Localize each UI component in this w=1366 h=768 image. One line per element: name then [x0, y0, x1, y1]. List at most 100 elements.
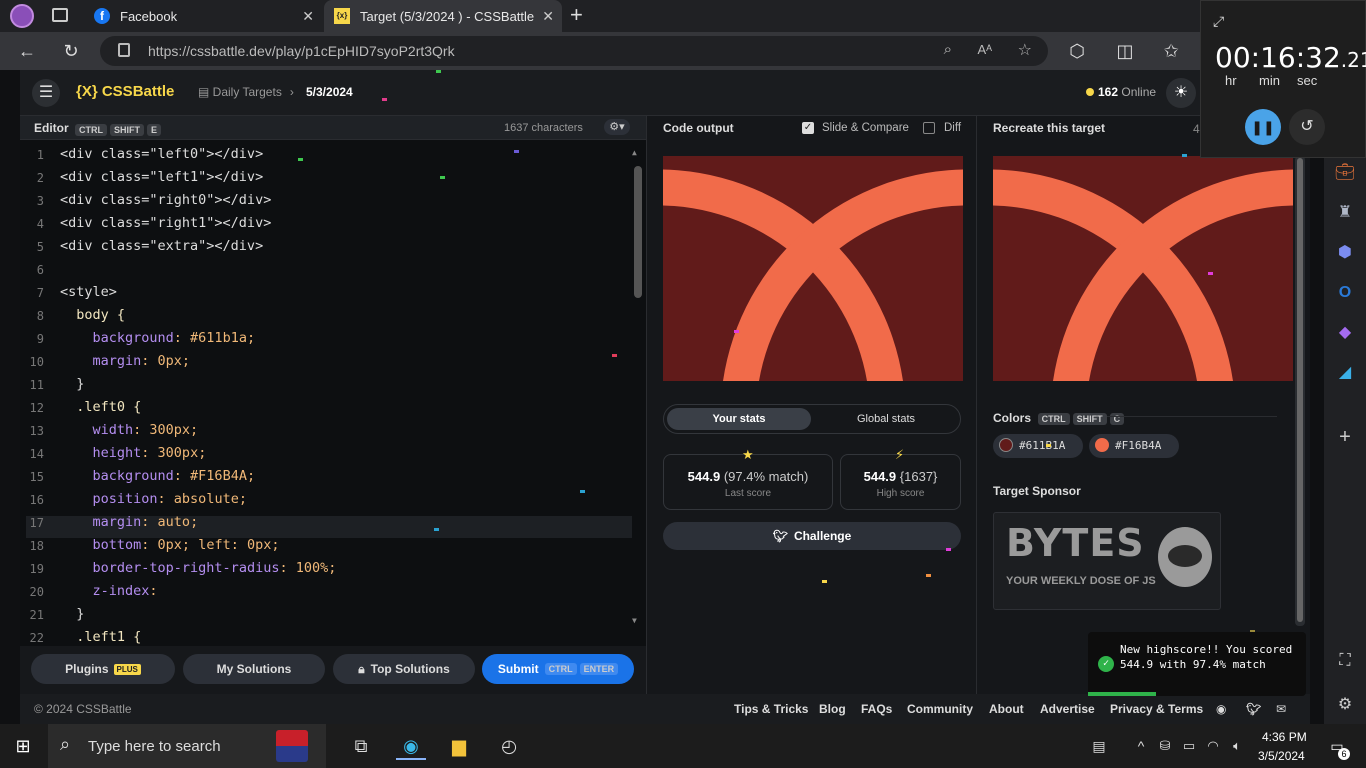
close-icon[interactable]: ✕: [302, 8, 314, 25]
close-icon[interactable]: ✕: [542, 8, 554, 25]
editor-settings-gear-icon[interactable]: ⚙▾: [604, 119, 630, 135]
top-solutions-button[interactable]: 🔒︎ Top Solutions: [333, 654, 475, 684]
profile-avatar[interactable]: [10, 4, 34, 28]
tab-your-stats[interactable]: Your stats: [667, 408, 811, 430]
code-line: }: [60, 606, 85, 622]
task-view-icon[interactable]: ⧉: [346, 732, 376, 760]
star-icon: ★: [742, 447, 754, 462]
lightning-icon: ⚡︎: [895, 447, 905, 462]
add-icon[interactable]: +: [1334, 426, 1356, 448]
footer-link-blog[interactable]: Blog: [819, 702, 846, 716]
taskbar-search-input[interactable]: ⌕ Type here to search: [48, 724, 326, 768]
online-count: 162: [1098, 85, 1119, 99]
breadcrumb-parent[interactable]: Daily Targets: [213, 85, 282, 99]
reload-icon[interactable]: ↻: [60, 40, 82, 62]
code-line: <div class="left0"></div>: [60, 146, 264, 162]
tab-facebook[interactable]: f Facebook ✕: [84, 0, 322, 32]
copilot-icon[interactable]: ⬢: [1334, 242, 1356, 264]
line-number: 14: [29, 447, 44, 461]
games-icon[interactable]: ♜: [1334, 202, 1356, 224]
outlook-icon[interactable]: O: [1334, 282, 1356, 304]
unit-sec: sec: [1297, 73, 1318, 88]
footer-link-faqs[interactable]: FAQs: [861, 702, 892, 716]
line-number: 15: [29, 470, 44, 484]
expand-icon[interactable]: ⤢: [1213, 13, 1224, 30]
code-editor[interactable]: 1 <div class="left0"></div> 2 <div class="l…: [20, 140, 646, 710]
reset-button[interactable]: ↺: [1289, 109, 1325, 145]
target-preview[interactable]: [993, 156, 1293, 381]
theme-toggle-sun-icon[interactable]: ☀: [1166, 78, 1196, 108]
screenshot-icon[interactable]: ⛶: [1334, 650, 1356, 672]
my-solutions-button[interactable]: My Solutions: [183, 654, 325, 684]
footer-link-community[interactable]: Community: [907, 702, 973, 716]
volume-icon[interactable]: 🔈︎: [1222, 732, 1252, 760]
tab-actions-icon[interactable]: [52, 8, 68, 22]
clock-app-icon[interactable]: ◴: [494, 732, 524, 760]
submit-button[interactable]: Submit CTRL ENTER: [482, 654, 634, 684]
new-tab-button[interactable]: +: [570, 2, 583, 28]
code-line: <div class="right0"></div>: [60, 192, 272, 208]
url-input[interactable]: https://cssbattle.dev/play/p1cEpHID7syoP…: [100, 36, 1048, 66]
chevron-right-icon: ›: [289, 85, 294, 99]
windows-start-icon[interactable]: ⊞: [8, 732, 38, 760]
file-explorer-icon[interactable]: ▆: [444, 732, 474, 760]
editor-scrollbar[interactable]: ▲ ▼: [632, 148, 644, 628]
target-title: Recreate this target: [993, 121, 1106, 135]
code-line: bottom: 0px; left: 0px;: [92, 537, 280, 553]
shopping-briefcase-icon[interactable]: 💼︎: [1334, 162, 1356, 184]
taskbar-date[interactable]: 3/5/2024: [1258, 749, 1305, 763]
online-indicator: 162 Online: [1086, 85, 1156, 99]
code-line: <div class="left1"></div>: [60, 169, 264, 185]
tab-global-stats[interactable]: Global stats: [814, 408, 958, 430]
menu-icon[interactable]: ☰: [32, 79, 60, 107]
discord-icon[interactable]: ◉: [1216, 702, 1226, 716]
target-width-partial: 4: [1193, 122, 1200, 136]
settings-gear-icon[interactable]: ⚙: [1334, 694, 1356, 716]
diff-checkbox[interactable]: [923, 122, 935, 134]
highscore-toast: ✓ New highscore!! You scored 544.9 with …: [1088, 632, 1306, 696]
mail-icon[interactable]: ✉: [1276, 702, 1286, 716]
slide-compare-checkbox[interactable]: ✓: [802, 122, 814, 134]
split-screen-icon[interactable]: ◫: [1114, 40, 1136, 62]
color-swatch-orange[interactable]: #F16B4A: [1089, 434, 1179, 458]
diff-label[interactable]: Diff: [944, 122, 961, 134]
breadcrumb[interactable]: ▤ Daily Targets ›: [198, 85, 294, 99]
favorites-icon[interactable]: ✩: [1160, 40, 1182, 62]
footer-link-about[interactable]: About: [989, 702, 1024, 716]
favorite-star-icon[interactable]: ☆: [1018, 40, 1032, 60]
line-number: 16: [29, 493, 44, 507]
read-aloud-icon[interactable]: Aᴬ: [977, 42, 992, 57]
browser-sidebar: 💼︎ ♜ ⬢ O ◆ ◢ + ⛶ ⚙: [1324, 158, 1366, 724]
footer-link-advertise[interactable]: Advertise: [1040, 702, 1095, 716]
site-footer: © 2024 CSSBattle Tips & Tricks Blog FAQs…: [20, 694, 1310, 724]
footer-link-tips[interactable]: Tips & Tricks: [734, 702, 808, 716]
zoom-icon[interactable]: ⌕: [944, 41, 952, 58]
twitter-icon[interactable]: 🐦︎: [1246, 702, 1261, 716]
sponsor-banner[interactable]: BYTES YOUR WEEKLY DOSE OF JS: [993, 512, 1221, 610]
slide-compare-label[interactable]: Slide & Compare: [822, 122, 909, 134]
taskbar-time[interactable]: 4:36 PM: [1262, 730, 1307, 744]
drop-icon[interactable]: ◢: [1334, 362, 1356, 384]
designer-icon[interactable]: ◆: [1334, 322, 1356, 344]
target-scrollbar[interactable]: [1295, 156, 1305, 626]
edge-browser-icon[interactable]: ◉: [396, 732, 426, 760]
news-icon[interactable]: ▤: [1084, 732, 1114, 760]
challenge-button[interactable]: 🐦︎ Challenge: [663, 522, 961, 550]
cssbattle-logo[interactable]: {X} CSSBattle: [76, 83, 174, 100]
scrollbar-thumb[interactable]: [634, 166, 642, 298]
challenge-label: Challenge: [793, 529, 852, 543]
color-swatch-dark[interactable]: #611B1A: [993, 434, 1083, 458]
tab-cssbattle[interactable]: {x} Target (5/3/2024 ) - CSSBattle ✕: [324, 0, 562, 32]
extensions-icon[interactable]: ⬡: [1066, 40, 1088, 62]
code-output-preview[interactable]: [663, 156, 963, 381]
high-score: 544.9: [863, 469, 897, 484]
plugins-button[interactable]: Plugins PLUS: [31, 654, 175, 684]
back-arrow-icon[interactable]: ←: [16, 40, 38, 62]
plus-badge: PLUS: [113, 663, 141, 675]
copyright: © 2024 CSSBattle: [34, 702, 132, 716]
line-number: 17: [29, 516, 44, 530]
kbd-ctrl: CTRL: [1037, 413, 1070, 425]
pause-button[interactable]: ❚❚: [1245, 109, 1281, 145]
footer-link-privacy[interactable]: Privacy & Terms: [1110, 702, 1203, 716]
toast-progress: [1088, 692, 1156, 696]
